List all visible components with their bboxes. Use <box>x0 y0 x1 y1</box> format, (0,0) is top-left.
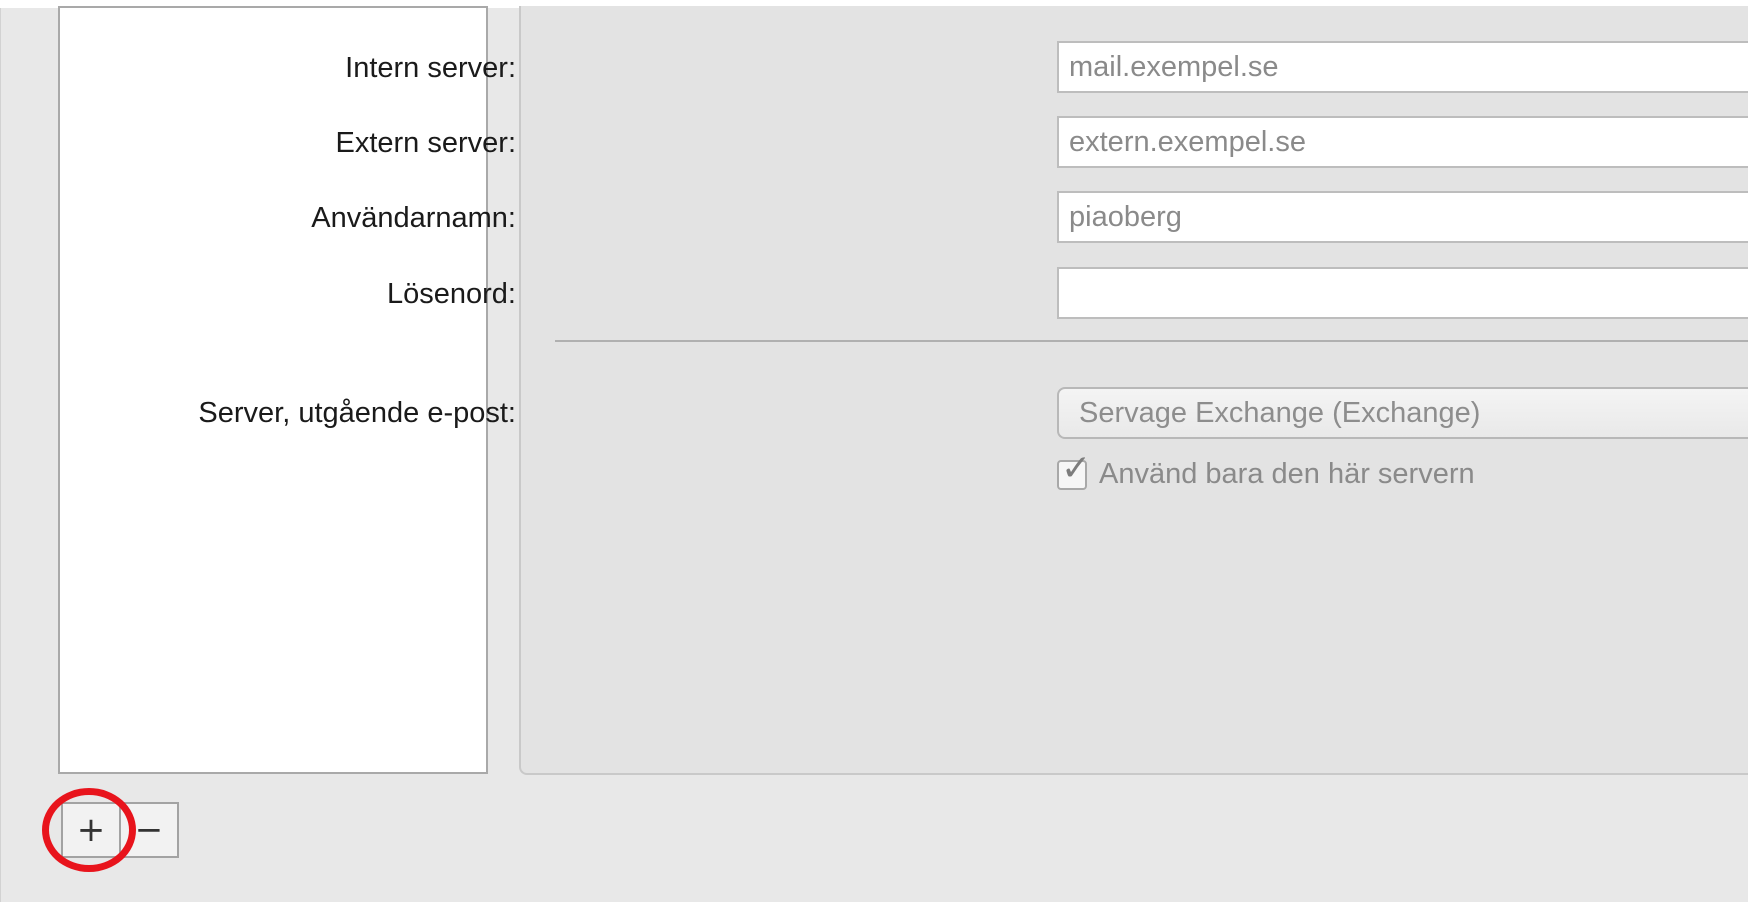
only-this-server-label: Använd bara den här servern <box>1099 458 1475 490</box>
remove-account-button[interactable]: − <box>119 802 179 858</box>
section-divider <box>555 340 1748 342</box>
external-server-label: Extern server: <box>335 127 517 159</box>
account-settings-panel: Intern server: mail.exempel.se Extern se… <box>198 6 1748 775</box>
accounts-window: Intern server: mail.exempel.se Extern se… <box>0 6 1748 902</box>
password-field[interactable] <box>1057 267 1748 319</box>
account-list[interactable] <box>58 6 488 774</box>
password-label: Lösenord: <box>387 278 516 310</box>
only-this-server-option[interactable]: ✓ Använd bara den här servern <box>1057 448 1475 491</box>
add-account-button[interactable]: + <box>61 802 121 858</box>
username-field[interactable]: piaoberg <box>1057 191 1748 243</box>
outgoing-server-label: Server, utgående e-post: <box>198 397 516 429</box>
external-server-field[interactable]: extern.exempel.se <box>1057 116 1748 168</box>
username-label: Användarnamn: <box>311 202 516 234</box>
internal-server-label: Intern server: <box>345 52 516 84</box>
only-this-server-checkbox[interactable]: ✓ <box>1057 448 1091 490</box>
internal-server-field[interactable]: mail.exempel.se <box>1057 41 1748 93</box>
checkmark-icon: ✓ <box>1061 447 1092 489</box>
account-list-controls: + − <box>61 802 179 858</box>
outgoing-server-popup[interactable]: Servage Exchange (Exchange) <box>1057 387 1748 439</box>
